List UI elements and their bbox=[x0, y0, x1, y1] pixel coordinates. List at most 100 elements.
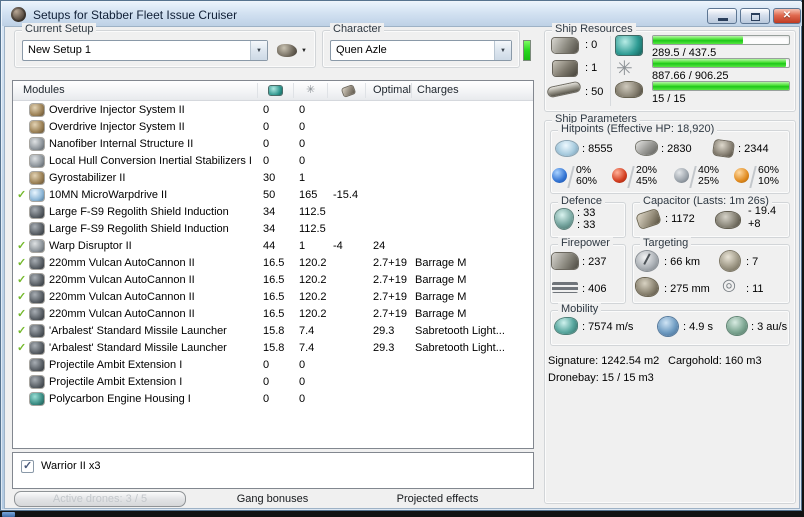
module-row[interactable]: ✓ 220mm Vulcan AutoCannon II 16.5 120.2 2.7+… bbox=[13, 289, 533, 306]
module-icon bbox=[30, 121, 44, 133]
close-button[interactable]: ✕ bbox=[773, 8, 801, 24]
module-row[interactable]: ✓ 220mm Vulcan AutoCannon II 16.5 120.2 2.7+… bbox=[13, 306, 533, 323]
bar-fill bbox=[653, 82, 789, 90]
setup-select[interactable]: New Setup 1 ▼ bbox=[22, 40, 268, 61]
module-row[interactable]: Overdrive Injector System II 0 0 bbox=[13, 119, 533, 136]
module-row[interactable]: Projectile Ambit Extension I 0 0 bbox=[13, 357, 533, 374]
cpu-icon[interactable] bbox=[269, 86, 282, 95]
powergrid-icon[interactable]: ✳ bbox=[306, 83, 315, 96]
screen: Setups for Stabber Fleet Issue Cruiser ✕… bbox=[0, 0, 804, 517]
module-capacitor-value: -4 bbox=[333, 240, 343, 252]
volley-value: : 406 bbox=[582, 283, 607, 295]
em-resist-icon bbox=[552, 168, 567, 183]
capacitor-delta-bottom: +8 bbox=[748, 218, 761, 230]
capacitor-delta-icon bbox=[716, 212, 740, 228]
drone-checkbox[interactable]: ✓ bbox=[21, 460, 34, 473]
module-name: Local Hull Conversion Inertial Stabilize… bbox=[49, 155, 252, 167]
module-icon bbox=[30, 325, 44, 337]
resources-divider bbox=[610, 36, 611, 106]
warp-speed-value: : 3 au/s bbox=[751, 321, 788, 333]
chevron-down-icon[interactable]: ▼ bbox=[250, 41, 267, 60]
module-icon bbox=[30, 138, 44, 150]
launcher-hardpoints-value: : 1 bbox=[585, 62, 598, 74]
module-name: Overdrive Injector System II bbox=[49, 121, 185, 133]
maximize-button[interactable] bbox=[740, 8, 770, 24]
setup-select-value: New Setup 1 bbox=[28, 44, 91, 56]
module-cpu-value: 16.5 bbox=[263, 274, 285, 286]
module-optimal-value: 2.7+19 bbox=[373, 257, 407, 269]
max-targets-value: : 7 bbox=[746, 256, 759, 268]
tab-active-drones[interactable]: Active drones: 3 / 5 bbox=[14, 491, 186, 507]
character-label: Character bbox=[330, 23, 385, 35]
align-time-icon bbox=[658, 317, 678, 336]
module-name: Projectile Ambit Extension I bbox=[49, 376, 183, 388]
module-row[interactable]: ✓ Warp Disruptor II 44 1 -4 24 bbox=[13, 238, 533, 255]
module-cpu-value: 0 bbox=[263, 376, 270, 388]
chevron-down-icon[interactable]: ▼ bbox=[494, 41, 511, 60]
module-optimal-value: 2.7+19 bbox=[373, 291, 407, 303]
tab-projected-effects[interactable]: Projected effects bbox=[365, 493, 510, 505]
module-icon bbox=[30, 240, 44, 252]
active-check-icon: ✓ bbox=[17, 257, 27, 269]
cargohold-value: Cargohold: 160 m3 bbox=[668, 355, 762, 367]
module-row[interactable]: ✓ 220mm Vulcan AutoCannon II 16.5 120.2 2.7+… bbox=[13, 272, 533, 289]
capacitor-icon[interactable] bbox=[341, 85, 356, 97]
module-cpu-value: 16.5 bbox=[263, 257, 285, 269]
targeting-title: Targeting bbox=[640, 237, 692, 249]
charges-column-header[interactable]: Charges bbox=[417, 84, 459, 96]
module-row[interactable]: ✓ 10MN MicroWarpdrive II 50 165 -15.4 bbox=[13, 187, 533, 204]
max-velocity-value: : 7574 m/s bbox=[582, 321, 634, 333]
modules-column-header[interactable]: Modules bbox=[23, 84, 65, 96]
module-cpu-value: 0 bbox=[263, 104, 270, 116]
active-check-icon: ✓ bbox=[17, 325, 27, 337]
module-row[interactable]: Large F-S9 Regolith Shield Induction 34 11… bbox=[13, 221, 533, 238]
module-powergrid-value: 0 bbox=[299, 121, 306, 133]
module-powergrid-value: 1 bbox=[299, 240, 306, 252]
signature-value: Signature: 1242.54 m2 bbox=[548, 355, 660, 367]
module-row[interactable]: ✓ 220mm Vulcan AutoCannon II 16.5 120.2 2.7+… bbox=[13, 255, 533, 272]
module-row[interactable]: Gyrostabilizer II 30 1 bbox=[13, 170, 533, 187]
title-bar[interactable]: Setups for Stabber Fleet Issue Cruiser bbox=[2, 2, 802, 26]
character-status-bar bbox=[523, 40, 531, 61]
minimize-button[interactable] bbox=[707, 8, 737, 24]
module-row[interactable]: Polycarbon Engine Housing I 0 0 bbox=[13, 391, 533, 408]
warp-speed-icon bbox=[727, 317, 747, 335]
armor-resist-value: 60% bbox=[576, 175, 598, 187]
module-row[interactable]: Local Hull Conversion Inertial Stabilize… bbox=[13, 153, 533, 170]
window-title: Setups for Stabber Fleet Issue Cruiser bbox=[33, 8, 238, 22]
module-name: Large F-S9 Regolith Shield Induction bbox=[49, 223, 229, 235]
module-row[interactable]: ✓ 'Arbalest' Standard Missile Launcher 15.… bbox=[13, 323, 533, 340]
explosive-resist-icon bbox=[734, 168, 749, 183]
module-icon bbox=[30, 359, 44, 371]
drones-list: ✓ Warrior II x3 bbox=[12, 452, 534, 489]
module-charge-value: Sabretooth Light... bbox=[415, 342, 505, 354]
sensor-strength-value: : 11 bbox=[746, 283, 764, 295]
module-name: Projectile Ambit Extension I bbox=[49, 359, 183, 371]
armor-resist-value: 45% bbox=[636, 175, 658, 187]
module-charge-value: Barrage M bbox=[415, 274, 467, 286]
character-select[interactable]: Quen Azle ▼ bbox=[330, 40, 512, 61]
module-cpu-value: 34 bbox=[263, 223, 276, 235]
module-row[interactable]: ✓ 'Arbalest' Standard Missile Launcher 15.… bbox=[13, 340, 533, 357]
module-row[interactable]: Overdrive Injector System II 0 0 bbox=[13, 102, 533, 119]
ship-resources-title: Ship Resources bbox=[552, 23, 636, 35]
tab-gang-bonuses[interactable]: Gang bonuses bbox=[200, 493, 345, 505]
module-powergrid-value: 165 bbox=[299, 189, 318, 201]
module-row[interactable]: Projectile Ambit Extension I 0 0 bbox=[13, 374, 533, 391]
module-powergrid-value: 0 bbox=[299, 104, 306, 116]
module-list-header[interactable]: Modules ✳ Optimal Charges bbox=[13, 81, 533, 101]
module-row[interactable]: Nanofiber Internal Structure II 0 0 bbox=[13, 136, 533, 153]
shield-hp-icon bbox=[556, 141, 578, 156]
module-row[interactable]: Large F-S9 Regolith Shield Induction 34 11… bbox=[13, 204, 533, 221]
module-charge-value: Barrage M bbox=[415, 308, 467, 320]
module-icon bbox=[30, 376, 44, 388]
maximize-icon bbox=[751, 13, 760, 21]
cpu-icon bbox=[616, 36, 642, 55]
active-check-icon: ✓ bbox=[17, 240, 27, 252]
optimal-column-header[interactable]: Optimal bbox=[373, 84, 411, 96]
turret-dps-icon bbox=[552, 253, 578, 269]
resist-values: 0% 60% bbox=[576, 165, 597, 187]
module-powergrid-value: 120.2 bbox=[299, 274, 327, 286]
ship-browser-button[interactable]: ▼ bbox=[274, 42, 310, 59]
module-name: 220mm Vulcan AutoCannon II bbox=[49, 274, 195, 286]
